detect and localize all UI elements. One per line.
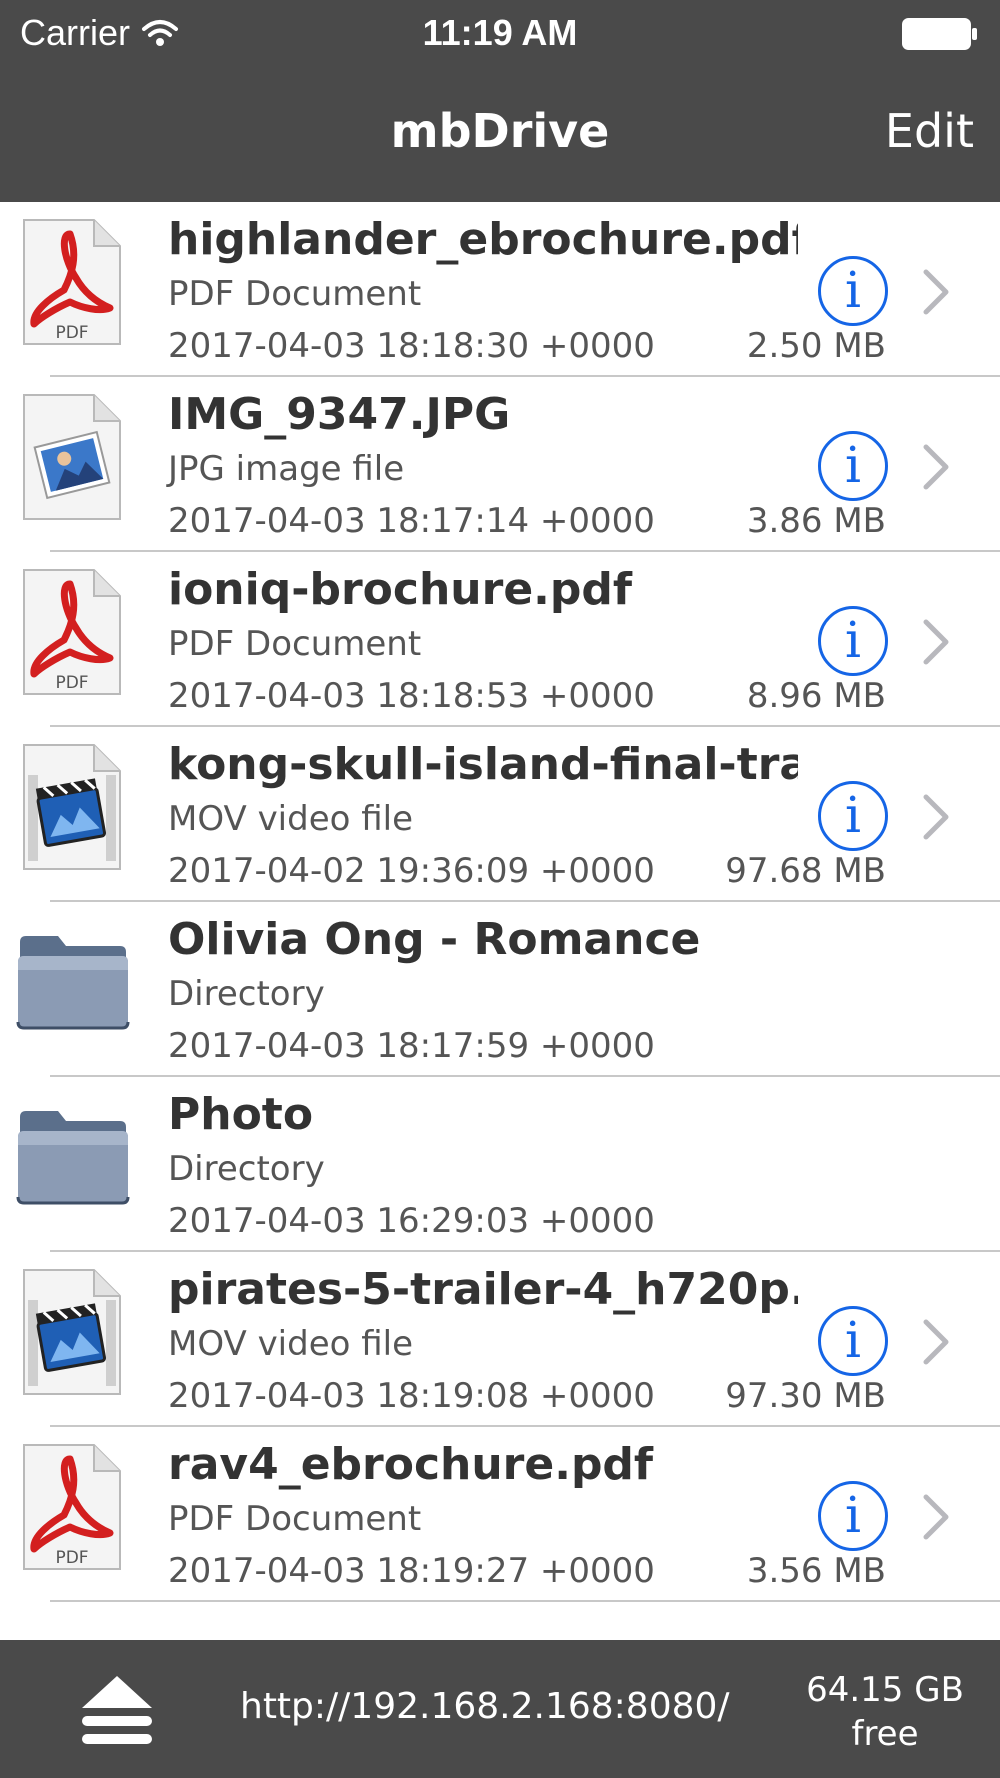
file-row[interactable]: PDF highlander_ebrochure.pdf PDF Document… [0,202,1000,377]
svg-text:PDF: PDF [55,673,88,693]
navigation-bar: Carrier 11:19 AM mbDrive Edit [0,0,1000,202]
edit-button[interactable]: Edit [885,104,974,158]
chevron-right-icon [923,794,949,840]
row-separator [50,1600,1000,1602]
pdf-icon: PDF [23,569,121,695]
file-size: 2.50 MB [746,326,886,366]
chevron-right-icon [923,1319,949,1365]
file-name: kong-skull-island-final-trail... [168,739,798,790]
info-icon[interactable]: i [818,256,888,326]
info-icon[interactable]: i [818,606,888,676]
mov-icon [23,1269,121,1395]
file-size: 97.30 MB [725,1376,886,1416]
file-type: PDF Document [168,1499,422,1539]
pdf-icon: PDF [23,219,121,345]
status-time: 11:19 AM [422,12,578,53]
server-url: http://192.168.2.168:8080/ [240,1686,730,1727]
free-space-indicator: 64.15 GB free [800,1668,970,1756]
file-type: PDF Document [168,274,422,314]
bottom-toolbar: http://192.168.2.168:8080/ 64.15 GB free [0,1640,1000,1778]
chevron-right-icon [923,444,949,490]
chevron-right-icon [923,1494,949,1540]
file-date: 2017-04-03 18:18:30 +0000 [168,326,655,366]
file-name: highlander_ebrochure.pdf [168,214,798,265]
file-size: 97.68 MB [725,851,886,891]
eject-icon[interactable] [78,1672,156,1750]
file-row[interactable]: PDF rav4_ebrochure.pdf PDF Document 2017-0… [0,1427,1000,1602]
svg-text:PDF: PDF [55,1548,88,1568]
file-name: Olivia Ong - Romance [168,914,701,965]
info-icon[interactable]: i [818,781,888,851]
info-icon[interactable]: i [818,431,888,501]
file-date: 2017-04-03 16:29:03 +0000 [168,1201,655,1241]
folder-icon [16,936,130,1030]
file-type: MOV video file [168,799,414,839]
page-title: mbDrive [390,104,610,158]
file-list: PDF highlander_ebrochure.pdf PDF Document… [0,202,1000,1602]
file-date: 2017-04-03 18:19:27 +0000 [168,1551,655,1591]
file-date: 2017-04-03 18:17:59 +0000 [168,1026,655,1066]
file-type: PDF Document [168,624,422,664]
file-row[interactable]: pirates-5-trailer-4_h720p.... MOV video f… [0,1252,1000,1427]
file-row[interactable]: Olivia Ong - Romance Directory 2017-04-03 … [0,902,1000,1077]
file-size: 3.56 MB [746,1551,886,1591]
jpg-icon [23,394,121,520]
mov-icon [23,744,121,870]
svg-text:PDF: PDF [55,323,88,343]
file-size: 3.86 MB [746,501,886,541]
file-row[interactable]: Photo Directory 2017-04-03 16:29:03 +0000 [0,1077,1000,1252]
file-type: JPG image file [168,449,405,489]
battery-icon [902,18,977,50]
file-row[interactable]: kong-skull-island-final-trail... MOV vide… [0,727,1000,902]
file-type: MOV video file [168,1324,414,1364]
pdf-icon: PDF [23,1444,121,1570]
chevron-right-icon [923,269,949,315]
file-size: 8.96 MB [746,676,886,716]
free-space-amount: 64.15 GB [806,1670,964,1710]
file-date: 2017-04-03 18:18:53 +0000 [168,676,655,716]
file-name: ioniq-brochure.pdf [168,564,633,615]
chevron-right-icon [923,619,949,665]
file-row[interactable]: PDF ioniq-brochure.pdf PDF Document 2017-0… [0,552,1000,727]
info-icon[interactable]: i [818,1481,888,1551]
file-date: 2017-04-03 18:17:14 +0000 [168,501,655,541]
file-name: Photo [168,1089,314,1140]
folder-icon [16,1111,130,1205]
file-type: Directory [168,1149,325,1189]
file-date: 2017-04-02 19:36:09 +0000 [168,851,655,891]
file-date: 2017-04-03 18:19:08 +0000 [168,1376,655,1416]
file-name: IMG_9347.JPG [168,389,511,440]
file-type: Directory [168,974,325,1014]
file-name: pirates-5-trailer-4_h720p.... [168,1264,798,1315]
file-row[interactable]: IMG_9347.JPG JPG image file 2017-04-03 18:… [0,377,1000,552]
free-space-label: free [851,1714,919,1754]
file-name: rav4_ebrochure.pdf [168,1439,654,1490]
info-icon[interactable]: i [818,1306,888,1376]
